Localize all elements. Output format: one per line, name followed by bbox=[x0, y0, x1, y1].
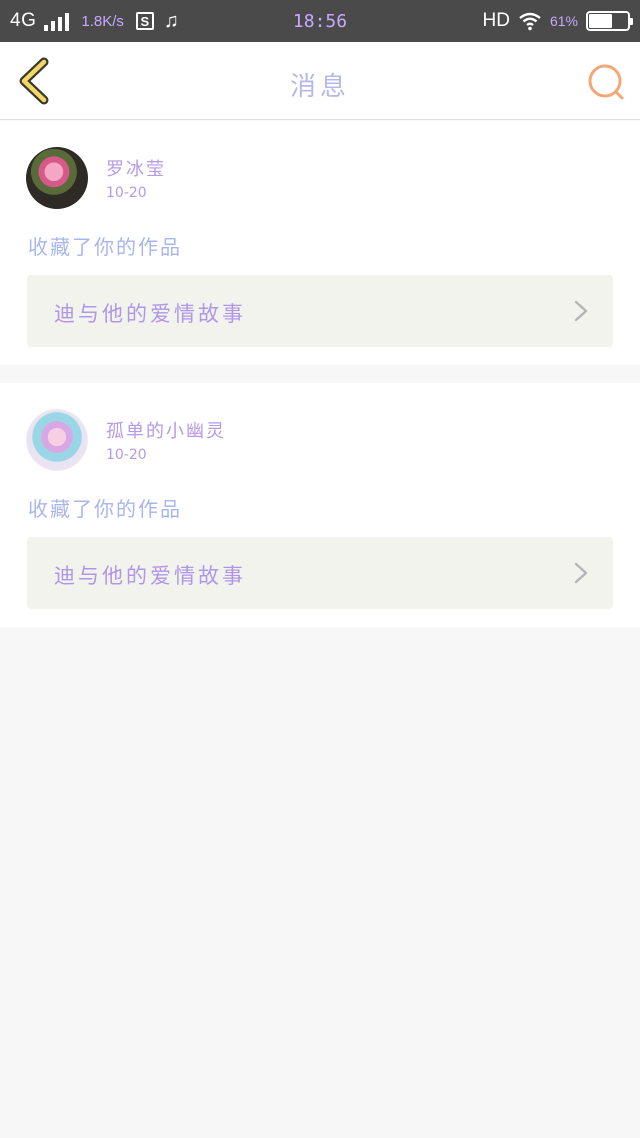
avatar[interactable] bbox=[26, 409, 88, 471]
chevron-right-icon bbox=[574, 300, 588, 322]
wifi-icon bbox=[519, 12, 541, 31]
message-card: 罗冰莹 10-20 收藏了你的作品 迪与他的爱情故事 bbox=[0, 121, 640, 365]
avatar[interactable] bbox=[26, 147, 88, 209]
hd-indicator: HD bbox=[482, 10, 510, 31]
page-title: 消息 bbox=[289, 72, 350, 102]
app-header: 消息 bbox=[0, 42, 640, 120]
message-date: 10-20 bbox=[106, 447, 147, 463]
action-text: 收藏了你的作品 bbox=[28, 235, 182, 259]
battery-percent: 61% bbox=[549, 13, 578, 29]
work-link[interactable]: 迪与他的爱情故事 bbox=[27, 275, 613, 347]
message-card: 孤单的小幽灵 10-20 收藏了你的作品 迪与他的爱情故事 bbox=[0, 383, 640, 627]
work-title: 迪与他的爱情故事 bbox=[54, 564, 246, 588]
status-bar: 4G 1.8K/s S ♫ 18:56 HD 61% bbox=[0, 0, 640, 42]
work-title: 迪与他的爱情故事 bbox=[54, 302, 246, 326]
action-text: 收藏了你的作品 bbox=[28, 497, 182, 521]
username[interactable]: 孤单的小幽灵 bbox=[106, 417, 226, 443]
username[interactable]: 罗冰莹 bbox=[106, 155, 166, 181]
work-link[interactable]: 迪与他的爱情故事 bbox=[27, 537, 613, 609]
message-date: 10-20 bbox=[106, 185, 147, 201]
chevron-right-icon bbox=[574, 562, 588, 584]
battery-level bbox=[589, 14, 613, 28]
search-button[interactable] bbox=[586, 62, 626, 102]
battery-icon bbox=[586, 11, 633, 31]
search-icon bbox=[588, 64, 624, 100]
